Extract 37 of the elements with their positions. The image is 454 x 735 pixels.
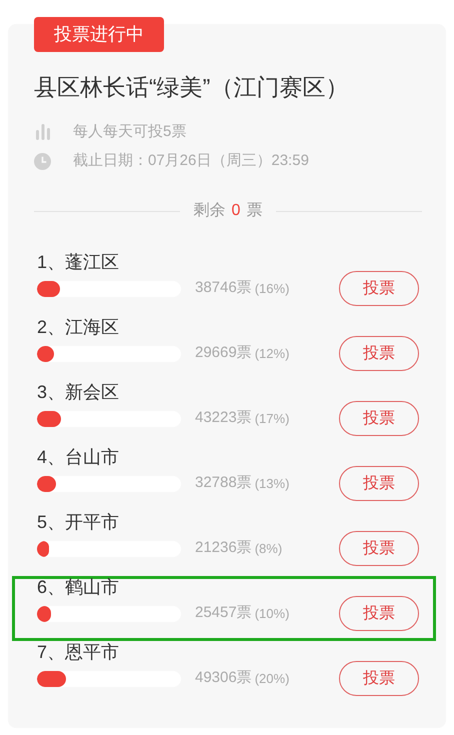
vote-button[interactable]: 投票 — [339, 596, 419, 631]
vote-count: 49306票 — [195, 668, 252, 688]
status-badge: 投票进行中 — [34, 17, 164, 52]
vote-button[interactable]: 投票 — [339, 466, 419, 501]
vote-button[interactable]: 投票 — [339, 401, 419, 436]
candidate-name: 4、台山市 — [37, 446, 120, 468]
candidate-name: 5、开平市 — [37, 511, 120, 533]
vote-percent: (20%) — [254, 670, 290, 688]
page-title: 县区林长话“绿美”（江门赛区） — [34, 73, 350, 102]
bar-chart-icon — [36, 124, 50, 140]
vote-percent: (8%) — [254, 540, 284, 558]
remaining-label: 剩余 — [194, 201, 226, 221]
candidate-name: 2、江海区 — [37, 316, 120, 338]
vote-count: 21236票 — [195, 538, 252, 558]
vote-button[interactable]: 投票 — [339, 336, 419, 371]
remaining-count: 0 — [232, 201, 240, 221]
vote-percent: (13%) — [254, 474, 290, 493]
candidate-name: 7、恩平市 — [37, 641, 120, 663]
info-text: 截止日期：07月26日（周三）23:59 — [73, 150, 309, 171]
vote-count: 43223票 — [195, 408, 252, 428]
candidate-name: 6、鹤山市 — [37, 576, 120, 598]
vote-percent: (17%) — [254, 410, 290, 428]
candidate-name: 1、蓬江区 — [37, 251, 120, 273]
vote-count: 32788票 — [195, 473, 252, 494]
vote-button[interactable]: 投票 — [339, 661, 419, 696]
info-text: 每人每天可投5票 — [73, 122, 186, 142]
remaining-unit: 票 — [246, 201, 262, 221]
vote-percent: (12%) — [254, 344, 290, 363]
vote-count: 38746票 — [195, 278, 252, 298]
vote-count: 25457票 — [195, 603, 252, 624]
vote-button[interactable]: 投票 — [339, 531, 419, 566]
vote-percent: (10%) — [254, 604, 290, 623]
vote-button[interactable]: 投票 — [339, 271, 419, 306]
vote-count: 29669票 — [195, 343, 252, 364]
candidate-name: 3、新会区 — [37, 381, 120, 403]
clock-icon — [34, 152, 51, 170]
vote-percent: (16%) — [254, 280, 290, 298]
